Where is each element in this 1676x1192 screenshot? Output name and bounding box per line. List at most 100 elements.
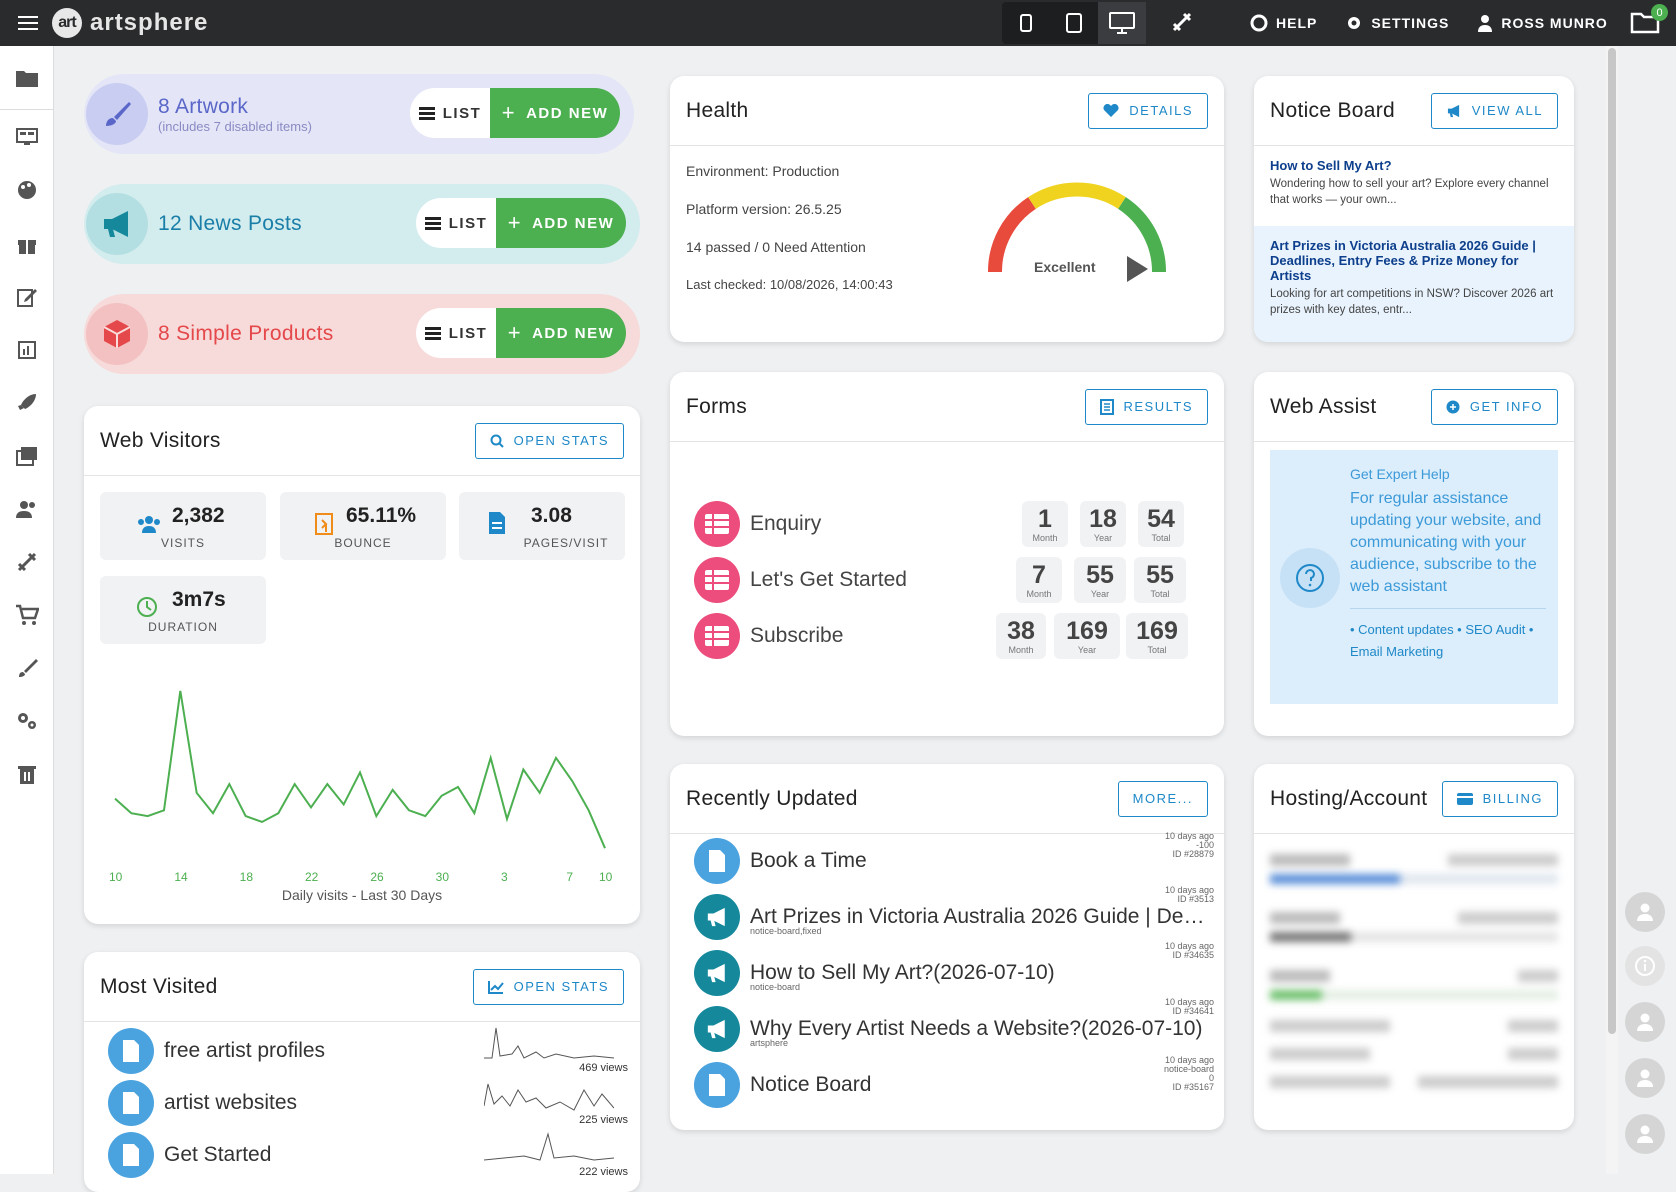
recent-item[interactable]: Art Prizes in Victoria Australia 2026 Gu… bbox=[694, 886, 1214, 942]
total-count: 169 Total bbox=[1126, 613, 1188, 659]
brush-icon[interactable] bbox=[14, 655, 40, 681]
user-icon[interactable] bbox=[1625, 1002, 1665, 1042]
artwork-count[interactable]: 8 Artwork bbox=[158, 95, 312, 119]
month-value: 7 bbox=[1032, 561, 1046, 589]
bounce-value: 65.11% bbox=[346, 504, 417, 527]
menu-icon[interactable] bbox=[18, 16, 38, 30]
hosting-card: Hosting/Account BILLING bbox=[1254, 764, 1574, 1130]
users-icon[interactable] bbox=[14, 496, 40, 522]
files-icon[interactable] bbox=[0, 46, 54, 110]
forms-results-button[interactable]: RESULTS bbox=[1084, 388, 1208, 425]
month-label: Month bbox=[1032, 533, 1058, 543]
form-name: Enquiry bbox=[750, 512, 822, 535]
recent-item[interactable]: Notice Board 10 days ago notice-board 0 ID … bbox=[694, 1056, 1214, 1110]
most-visited-item[interactable]: artist websites 225 views bbox=[108, 1078, 628, 1128]
palette-icon[interactable] bbox=[14, 177, 40, 203]
scrollbar-track[interactable] bbox=[1606, 46, 1618, 1174]
brush-icon bbox=[86, 83, 148, 145]
visits-tick-label: 3 bbox=[501, 870, 508, 884]
credit-card-icon bbox=[1456, 792, 1473, 805]
logo-text[interactable]: artsphere bbox=[90, 9, 208, 37]
rocket-icon[interactable] bbox=[14, 390, 40, 416]
heartbeat-icon bbox=[1103, 103, 1119, 117]
tablet-view-icon[interactable] bbox=[1050, 2, 1098, 44]
recent-item-tag: notice-board bbox=[750, 982, 801, 992]
form-name: Subscribe bbox=[750, 624, 844, 647]
page-icon bbox=[694, 838, 740, 884]
recent-title: Recently Updated bbox=[686, 786, 858, 810]
hosting-billing-button[interactable]: BILLING bbox=[1441, 780, 1558, 817]
recent-more-button[interactable]: MORE... bbox=[1117, 780, 1208, 817]
news-add-button[interactable]: + ADD NEW bbox=[496, 198, 626, 248]
most-visited-item[interactable]: free artist profiles 469 views bbox=[108, 1026, 628, 1076]
settings-link[interactable]: SETTINGS bbox=[1345, 14, 1449, 32]
notice-item-text: Looking for art competitions in NSW? Dis… bbox=[1270, 288, 1554, 316]
artwork-add-button[interactable]: + ADD NEW bbox=[490, 88, 620, 138]
visitors-open-stats-button[interactable]: OPEN STATS bbox=[474, 422, 624, 459]
logo-mark[interactable]: art bbox=[52, 8, 82, 38]
health-details-button[interactable]: DETAILS bbox=[1088, 92, 1208, 129]
table-icon bbox=[694, 557, 740, 603]
chart-icon[interactable] bbox=[14, 337, 40, 363]
user-icon[interactable] bbox=[1625, 1114, 1665, 1154]
total-label: Total bbox=[1147, 645, 1167, 655]
tools-icon[interactable] bbox=[1170, 10, 1194, 39]
mobile-view-icon[interactable] bbox=[1002, 2, 1050, 44]
recent-item[interactable]: Book a Time 10 days ago -100 ID #28879 bbox=[694, 832, 1214, 886]
news-add-label: ADD NEW bbox=[532, 214, 615, 232]
info-icon[interactable] bbox=[1625, 946, 1665, 986]
products-list-button[interactable]: LIST bbox=[416, 308, 496, 358]
most-visited-name: artist websites bbox=[164, 1091, 298, 1114]
cogs-icon[interactable] bbox=[14, 708, 40, 734]
scrollbar-thumb[interactable] bbox=[1608, 48, 1616, 1034]
sparkline bbox=[484, 1027, 614, 1059]
month-count: 7 Month bbox=[1016, 557, 1062, 603]
user-icon[interactable] bbox=[1625, 1058, 1665, 1098]
news-list-button[interactable]: LIST bbox=[416, 198, 496, 248]
info-icon bbox=[1446, 400, 1460, 413]
notice-item[interactable]: How to Sell My Art? Wondering how to sel… bbox=[1254, 146, 1574, 226]
webassist-links[interactable]: • Content updates • SEO Audit • Email Ma… bbox=[1350, 608, 1546, 663]
design-tools-icon[interactable] bbox=[14, 549, 40, 575]
notice-view-all-button[interactable]: VIEW ALL bbox=[1430, 92, 1558, 129]
products-add-button[interactable]: + ADD NEW bbox=[496, 308, 626, 358]
products-count[interactable]: 8 Simple Products bbox=[158, 322, 334, 346]
year-count: 169 Year bbox=[1054, 613, 1120, 659]
news-count[interactable]: 12 News Posts bbox=[158, 212, 302, 236]
year-count: 55 Year bbox=[1074, 557, 1126, 603]
notice-item[interactable]: Art Prizes in Victoria Australia 2026 Gu… bbox=[1254, 226, 1574, 342]
visits-caption: Daily visits - Last 30 Days bbox=[281, 887, 443, 903]
webassist-get-info-button[interactable]: GET INFO bbox=[1430, 388, 1558, 425]
user-menu[interactable]: ROSS MUNRO bbox=[1477, 14, 1607, 32]
artwork-sub: (includes 7 disabled items) bbox=[158, 118, 312, 134]
bounce-stat: 65.11% BOUNCE bbox=[280, 492, 446, 560]
exit-icon bbox=[315, 513, 333, 535]
trash-icon[interactable] bbox=[14, 761, 40, 787]
recent-item-meta-line: ID #34641 bbox=[1172, 1006, 1214, 1016]
recent-item[interactable]: How to Sell My Art?(2026-07-10) notice-b… bbox=[694, 942, 1214, 998]
webassist-body: For regular assistance updating your web… bbox=[1350, 490, 1542, 595]
recent-item-meta-line: notice-board bbox=[1163, 1064, 1214, 1074]
desktop-view-icon[interactable] bbox=[1098, 2, 1146, 44]
year-value: 55 bbox=[1086, 561, 1114, 589]
most-visited-open-stats-button[interactable]: OPEN STATS bbox=[472, 968, 624, 1005]
help-link[interactable]: HELP bbox=[1250, 14, 1317, 32]
artwork-list-button[interactable]: LIST bbox=[410, 88, 490, 138]
page-icon bbox=[108, 1028, 154, 1074]
total-label: Total bbox=[1151, 533, 1171, 543]
recent-item[interactable]: Why Every Artist Needs a Website?(2026-0… bbox=[694, 998, 1214, 1054]
user-icon[interactable] bbox=[1625, 892, 1665, 932]
gift-icon[interactable] bbox=[14, 231, 40, 257]
gallery-icon[interactable] bbox=[14, 443, 40, 469]
search-icon bbox=[490, 434, 504, 448]
cart-icon[interactable] bbox=[14, 602, 40, 628]
most-visited-item[interactable]: Get Started 222 views bbox=[108, 1130, 628, 1180]
most-visited-name: free artist profiles bbox=[164, 1039, 326, 1062]
dashboard-icon[interactable] bbox=[14, 124, 40, 150]
total-count: 54 Total bbox=[1138, 501, 1184, 547]
visits-tick-label: 14 bbox=[174, 870, 188, 884]
device-switcher bbox=[1002, 2, 1146, 44]
clock-icon bbox=[137, 597, 157, 617]
edit-icon[interactable] bbox=[14, 284, 40, 310]
month-label: Month bbox=[1008, 645, 1034, 655]
